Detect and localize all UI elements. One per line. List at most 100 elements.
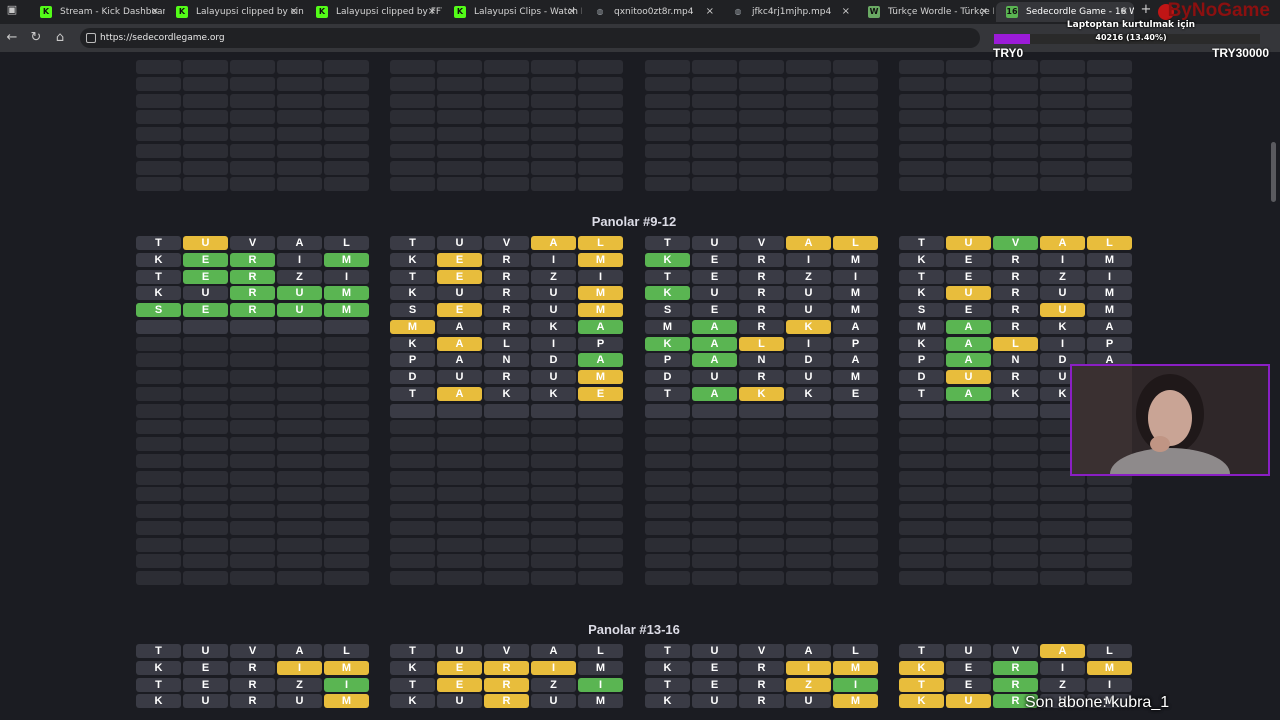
letter-cell: V xyxy=(739,644,784,658)
letter-cell xyxy=(786,571,831,585)
letter-cell xyxy=(946,403,991,418)
letter-cell xyxy=(437,143,482,158)
close-tab-icon[interactable]: × xyxy=(568,2,576,22)
letter-cell xyxy=(946,554,991,569)
board-row xyxy=(899,60,1132,74)
letter-cell xyxy=(390,537,435,552)
letter-cell xyxy=(230,127,275,141)
board-row xyxy=(390,487,623,502)
browser-tab[interactable]: ◍ jfkc4rj1mjhp.mp4 × xyxy=(722,2,856,22)
letter-cell xyxy=(437,487,482,502)
letter-cell: M xyxy=(899,319,944,334)
letter-cell: U xyxy=(946,644,991,658)
letter-cell xyxy=(437,453,482,468)
browser-tab[interactable]: 16 Sedecordle Game - 16 Word× xyxy=(996,2,1134,22)
letter-cell: R xyxy=(484,694,529,709)
board-row: KERIM xyxy=(899,252,1132,267)
letter-cell: U xyxy=(692,370,737,384)
letter-cell xyxy=(437,520,482,535)
letter-cell: T xyxy=(645,644,690,658)
letter-cell: U xyxy=(786,303,831,317)
browser-tab[interactable]: W Türkçe Wordle - Türkçe Keli× xyxy=(858,2,994,22)
board-row xyxy=(899,520,1132,535)
letter-cell xyxy=(833,160,878,175)
letter-cell xyxy=(899,504,944,518)
letter-cell: A xyxy=(531,644,576,658)
plus-icon[interactable]: + xyxy=(1138,2,1154,17)
letter-cell: D xyxy=(531,353,576,368)
letter-cell xyxy=(277,453,322,468)
site-info-icon[interactable] xyxy=(86,33,96,43)
letter-cell xyxy=(183,470,228,485)
letter-cell: R xyxy=(230,303,275,317)
browser-tab[interactable]: K Lalayupsi clipped by cinocl× xyxy=(166,2,304,22)
board-row xyxy=(136,470,369,485)
letter-cell xyxy=(899,60,944,74)
letter-cell xyxy=(531,60,576,74)
letter-cell xyxy=(1040,76,1085,91)
letter-cell xyxy=(899,554,944,569)
letter-cell xyxy=(390,571,435,585)
tab-favicon-icon: K xyxy=(454,6,466,18)
letter-cell xyxy=(230,143,275,158)
letter-cell: D xyxy=(390,370,435,384)
letter-cell: R xyxy=(484,677,529,692)
close-tab-icon[interactable]: × xyxy=(151,2,159,22)
close-tab-icon[interactable]: × xyxy=(706,2,714,22)
letter-cell xyxy=(899,437,944,451)
address-bar[interactable]: https://sedecordlegame.org xyxy=(80,28,980,48)
close-tab-icon[interactable]: × xyxy=(842,2,850,22)
letter-cell xyxy=(899,110,944,125)
letter-cell: K xyxy=(899,694,944,709)
letter-cell xyxy=(645,160,690,175)
letter-cell: I xyxy=(833,269,878,284)
letter-cell: U xyxy=(277,303,322,317)
letter-cell xyxy=(833,403,878,418)
browser-tab[interactable]: K Stream - Kick Dashboard × xyxy=(30,2,165,22)
letter-cell: S xyxy=(136,303,181,317)
close-tab-icon[interactable]: × xyxy=(290,2,298,22)
letter-cell xyxy=(946,453,991,468)
close-tab-icon[interactable]: × xyxy=(428,2,436,22)
letter-cell: R xyxy=(230,694,275,709)
home-icon[interactable]: ⌂ xyxy=(52,30,68,45)
board-row xyxy=(136,319,369,334)
letter-cell: P xyxy=(390,353,435,368)
letter-cell: E xyxy=(946,677,991,692)
letter-cell: U xyxy=(531,694,576,709)
scrollbar-thumb[interactable] xyxy=(1271,142,1276,202)
letter-cell xyxy=(324,437,369,451)
letter-cell: U xyxy=(786,286,831,301)
browser-tab[interactable]: ◍ qxnitoo0zt8r.mp4 × xyxy=(584,2,720,22)
letter-cell xyxy=(833,453,878,468)
board-row: TUVAL xyxy=(136,644,369,658)
letter-cell xyxy=(230,110,275,125)
letter-cell: E xyxy=(692,660,737,675)
letter-cell xyxy=(277,554,322,569)
reload-icon[interactable]: ↻ xyxy=(28,30,44,45)
letter-cell xyxy=(531,554,576,569)
letter-cell xyxy=(786,487,831,502)
letter-cell: T xyxy=(899,677,944,692)
letter-cell xyxy=(183,487,228,502)
tab-actions-icon[interactable]: ▣ xyxy=(4,3,20,16)
letter-cell xyxy=(692,177,737,192)
letter-cell xyxy=(578,403,623,418)
browser-tab[interactable]: K Lalayupsi clipped by FFYou× xyxy=(306,2,442,22)
letter-cell: T xyxy=(390,677,435,692)
letter-cell xyxy=(390,453,435,468)
letter-cell xyxy=(183,370,228,384)
letter-cell: L xyxy=(578,236,623,250)
close-tab-icon[interactable]: × xyxy=(980,2,988,22)
letter-cell: R xyxy=(230,677,275,692)
close-tab-icon[interactable]: × xyxy=(1120,2,1128,22)
letter-cell xyxy=(484,571,529,585)
letter-cell: M xyxy=(833,694,878,709)
back-icon[interactable]: ← xyxy=(4,30,20,45)
tab-title: jfkc4rj1mjhp.mp4 xyxy=(752,7,832,17)
letter-cell: M xyxy=(833,370,878,384)
letter-cell: U xyxy=(183,694,228,709)
letter-cell xyxy=(324,554,369,569)
browser-tab[interactable]: K Lalayupsi Clips - Watch Live× xyxy=(444,2,582,22)
letter-cell xyxy=(531,76,576,91)
